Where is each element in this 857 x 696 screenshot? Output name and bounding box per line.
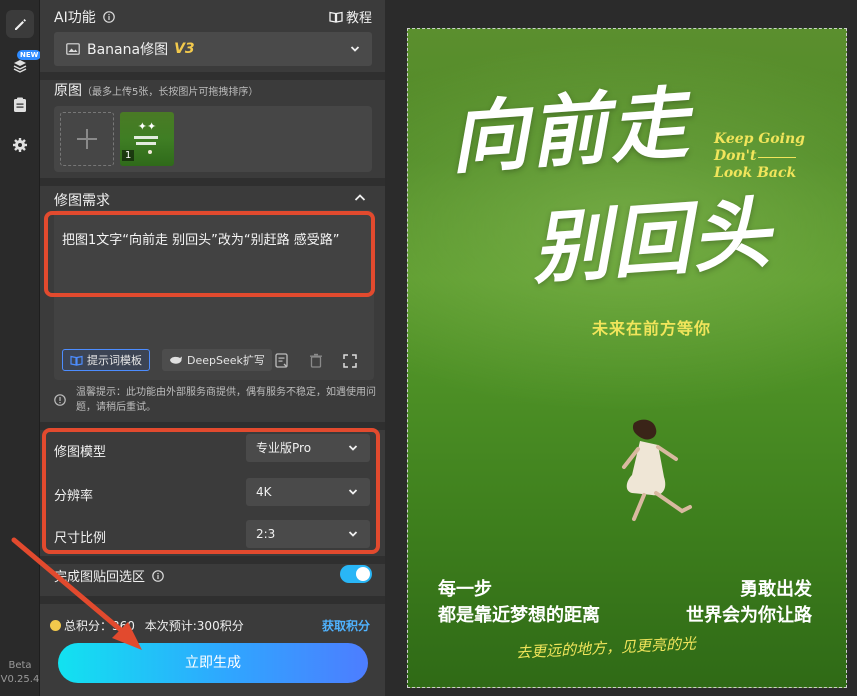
warning-info-icon (54, 394, 66, 406)
thumb-index: 1 (122, 150, 135, 161)
model-version-badge: V3 (174, 41, 195, 57)
divider (40, 596, 385, 604)
divider (40, 72, 385, 80)
beta-label: Beta (8, 660, 32, 671)
points-summary: 总积分：360 本次预计:300积分 (50, 617, 244, 634)
prompt-highlight-box (44, 211, 375, 297)
model-select-label: Banana修图 (87, 42, 169, 58)
poster-left-text: 每一步 都是靠近梦想的距离 (438, 577, 600, 629)
english-line: Keep Going (714, 131, 805, 147)
layers-icon (13, 60, 27, 73)
chevron-up-icon[interactable] (354, 193, 366, 203)
image-edit-icon (66, 43, 80, 55)
version-label: V0.25.4 (0, 674, 40, 685)
tutorial-link[interactable]: 教程 (329, 7, 372, 26)
ai-feature-label: AI功能 (54, 10, 96, 26)
book-icon (329, 11, 343, 23)
coin-icon (50, 620, 61, 631)
left-line: 每一步 (438, 579, 492, 600)
deepseek-expand-button[interactable]: DeepSeek扩写 (162, 349, 272, 371)
settings-panel: AI功能 教程 Banana修图 V3 原图（最多上传5张，长按图片可拖拽排序）… (40, 0, 385, 696)
request-section-title: 修图需求 (54, 193, 110, 209)
points-value: 360 (112, 619, 135, 633)
running-girl-figure (622, 419, 692, 521)
settings-tool-button[interactable] (6, 131, 34, 159)
tool-rail: NEW Beta V0.25.4 (0, 0, 42, 696)
history-icon[interactable] (273, 352, 291, 370)
get-points-link[interactable]: 获取积分 (322, 617, 370, 634)
book-open-icon (70, 355, 83, 366)
add-image-button[interactable] (60, 112, 114, 166)
pencil-icon (15, 19, 26, 30)
version-info: Beta V0.25.4 (0, 659, 40, 687)
estimate-text: 本次预计:300积分 (144, 619, 244, 633)
chevron-down-icon (350, 46, 360, 52)
right-line: 世界会为你让路 (686, 605, 812, 626)
app-root: NEW Beta V0.25.4 AI功能 教程 Banana修图 V3 原图（ (0, 0, 857, 696)
model-select[interactable]: Banana修图 V3 (54, 32, 372, 66)
points-label: 总积分： (64, 619, 113, 633)
poster-script-line: 去更远的地方，见更亮的光 (515, 634, 697, 662)
svg-text:✦✦: ✦✦ (138, 120, 156, 133)
poster-subtitle: 未来在前方等你 (592, 319, 712, 338)
notes-tool-button[interactable] (6, 91, 34, 119)
generate-button[interactable]: 立即生成 (58, 643, 368, 683)
tutorial-label: 教程 (346, 11, 373, 26)
info-icon[interactable] (152, 570, 164, 582)
original-section-title: 原图（最多上传5张，长按图片可拖拽排序） (54, 80, 258, 100)
prompt-template-button[interactable]: 提示词模板 (62, 349, 150, 371)
whale-icon (170, 356, 182, 364)
english-line: Look Back (714, 165, 797, 181)
paste-back-row: 完成图贴回选区 (54, 566, 164, 585)
english-underline (758, 157, 796, 158)
edit-tool-button[interactable] (6, 10, 34, 38)
original-hint: （最多上传5张，长按图片可拖拽排序） (82, 87, 259, 98)
new-badge: NEW (17, 50, 42, 60)
paste-back-toggle[interactable] (340, 565, 372, 583)
service-tip: 温馨提示：此功能由外部服务商提供，偶有服务不稳定，如遇使用问题，请稍后重试。 (76, 387, 376, 413)
clipboard-icon (14, 97, 26, 112)
original-label: 原图 (54, 83, 82, 99)
prompt-template-label: 提示词模板 (87, 354, 142, 367)
fullscreen-icon[interactable] (341, 352, 359, 370)
divider (40, 556, 385, 564)
right-line: 勇敢出发 (740, 579, 812, 600)
ai-feature-title: AI功能 (54, 7, 115, 27)
left-line: 都是靠近梦想的距离 (438, 605, 600, 626)
divider (40, 178, 385, 186)
plus-icon (77, 129, 97, 149)
poster-right-text: 勇敢出发 世界会为你让路 (686, 577, 812, 629)
trash-icon[interactable] (307, 352, 325, 370)
poster-title-line1: 向前走 (447, 77, 693, 186)
canvas-preview[interactable]: 向前走 别回头 Keep Going Don't Look Back 未来在前方… (407, 28, 847, 688)
params-highlight-box (42, 428, 380, 554)
gear-icon (13, 138, 27, 152)
poster-title-line2: 别回头 (529, 187, 775, 296)
info-icon[interactable] (103, 11, 115, 23)
deepseek-expand-label: DeepSeek扩写 (187, 354, 265, 367)
paste-back-label: 完成图贴回选区 (54, 570, 146, 585)
